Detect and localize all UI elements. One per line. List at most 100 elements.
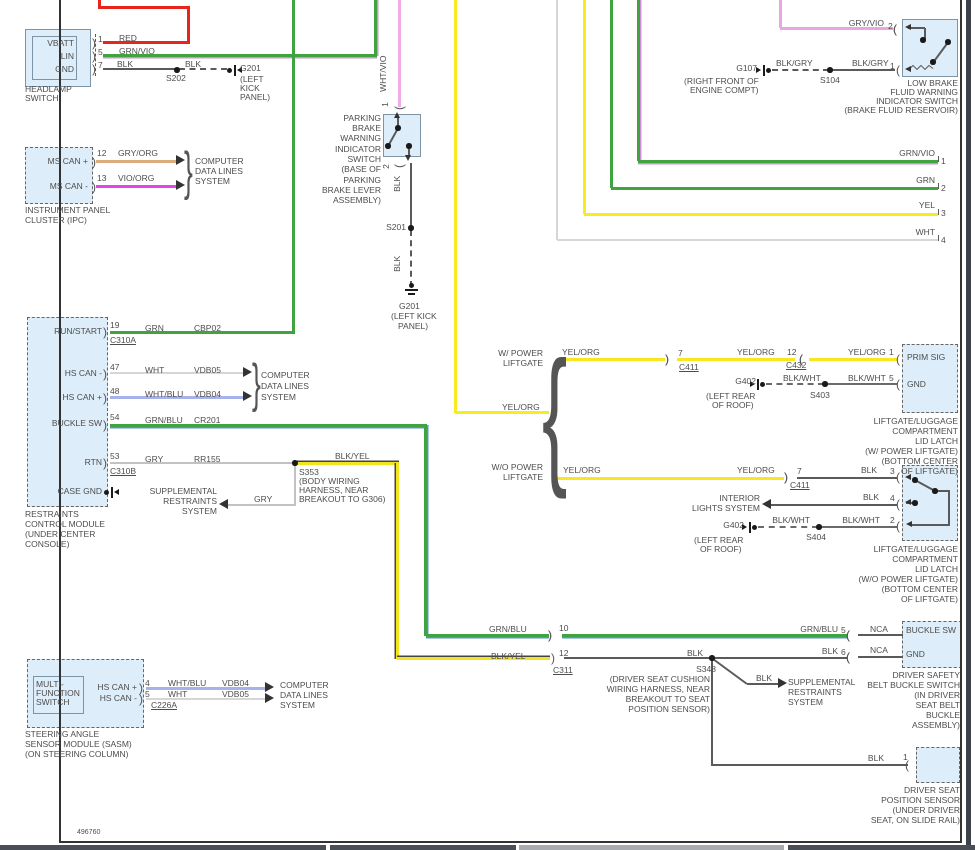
pin-label: GND [55,65,74,74]
splice-dot-s403 [822,381,828,387]
system-label: SYSTEM [195,177,230,186]
connector-chevron: ( [896,378,900,390]
pin-number: 19 [110,321,119,330]
branch-label: LIFTGATE [503,473,543,482]
grn-line [611,187,938,190]
connector-chevron: ) [92,63,96,75]
circuit-label: CBP02 [194,324,221,333]
bottom-bar-segment[interactable] [330,845,516,850]
ground-label: OF ROOF) [712,401,754,410]
pin-label: MS CAN - [50,182,88,191]
splice-dot-s404 [816,524,822,530]
pin-number: 7 [797,467,802,476]
wht-line [556,0,558,240]
splice-label: S403 [810,391,830,400]
splice-label: S404 [806,533,826,542]
component-label: SWITCH [36,698,70,707]
blkyel-wire [295,462,399,465]
vioorg-mscan-wire [96,185,176,188]
wire-label: BLK/WHT [842,516,880,525]
blk-parkbrake-wire-dashed [410,230,412,287]
blk-supplemental-diag [712,658,747,685]
blk-s348-wire [711,658,713,766]
wire-label: BLK [117,60,133,69]
pin-number: 2 [382,164,391,169]
wire-label: BLK [185,60,201,69]
pin-tick [938,156,939,162]
pin-number: 5 [98,48,103,57]
parking-brake-switch-box [383,114,421,157]
circuit-label: RR155 [194,455,220,464]
bottom-bar-segment[interactable] [0,845,326,850]
component-caption: SENSOR MODULE (SASM) [25,740,132,749]
wire-label: BLK/WHT [783,374,821,383]
wire-label: BLK [393,256,402,272]
ground-label: ENGINE COMPT) [690,86,758,95]
blkwht-wire-dashed [766,383,824,385]
system-label: DATA LINES [261,382,309,391]
component-caption: (ON STEERING COLUMN) [25,750,128,759]
system-label: SYSTEM [182,507,217,516]
connector-chevron: ) [103,392,107,404]
pin-tick [938,235,939,241]
wire-label: WHT/VIO [379,56,388,92]
wire-label: YEL [919,201,935,210]
connector-chevron: ) [551,652,555,664]
system-label: SYSTEM [261,393,296,402]
component-caption: (W/O POWER LIFTGATE) [859,575,958,584]
branch-label: W/O POWER [492,463,543,472]
component-caption: (BOTTOM CENTER [882,457,958,466]
blkyel-bottom-wire [397,657,550,660]
connector-chevron: ) [103,326,107,338]
component-caption: COMPARTMENT [892,555,958,564]
blk-supplemental-wire [747,683,778,685]
connector-chevron: ( [896,64,900,76]
page-border-bottom [60,841,961,843]
connector-chevron: ) [139,693,143,705]
pin-label: HS CAN + [98,683,137,692]
component-caption: RESTRAINTS [25,510,79,519]
system-label: SUPPLEMENTAL [150,487,217,496]
bottom-bar-segment[interactable] [788,845,975,850]
wire-label: WHT/BLU [145,390,183,399]
contact-dot [385,143,391,149]
red-vbatt-wire [99,6,190,9]
component-caption: LID LATCH [915,437,958,446]
pin-label: LIN [61,52,74,61]
seat-position-sensor-box [916,747,960,783]
pin-label: VBATT [47,39,74,48]
arrow-right [778,678,787,688]
pin-number: 5 [841,626,846,635]
pin-label: BUCKLE SW [52,419,102,428]
connector-chevron: ) [103,419,107,431]
component-caption: INDICATOR [335,145,381,154]
connector-label: C310B [110,467,136,476]
component-caption: (UNDER DRIVER [892,806,960,815]
component-caption: OF LIFTGATE) [901,467,958,476]
system-label: SYSTEM [280,701,315,710]
gry-supplemental-wire [227,504,296,506]
wire-label: GRY [145,455,163,464]
pin-number: 3 [941,209,946,218]
blkwht-wire [820,526,897,528]
pin-number: 54 [110,413,119,422]
bottom-bar-segment[interactable] [519,845,784,850]
window-edge-right [966,0,971,850]
system-label: RESTRAINTS [788,688,842,697]
blk-latch-wire [797,477,897,479]
connector-chevron: ) [395,164,407,168]
component-caption: DRIVER SAFETY [892,671,960,680]
blkwht-wire [826,383,897,385]
splice-label: (DRIVER SEAT CUSHION [610,675,710,684]
ground-label: G402 [735,377,756,386]
pin-number: 53 [110,452,119,461]
blkgry-wire [831,69,895,71]
contact-dot [945,39,951,45]
pin-number: 3 [890,467,895,476]
arrow-left [905,499,911,505]
component-caption: (UNDER CENTER [25,530,95,539]
blkwht-wire-dashed [758,526,818,528]
connector-label: C411 [679,363,699,372]
pin-number: 5 [145,690,150,699]
wire-label: BLK/GRY [776,59,813,68]
